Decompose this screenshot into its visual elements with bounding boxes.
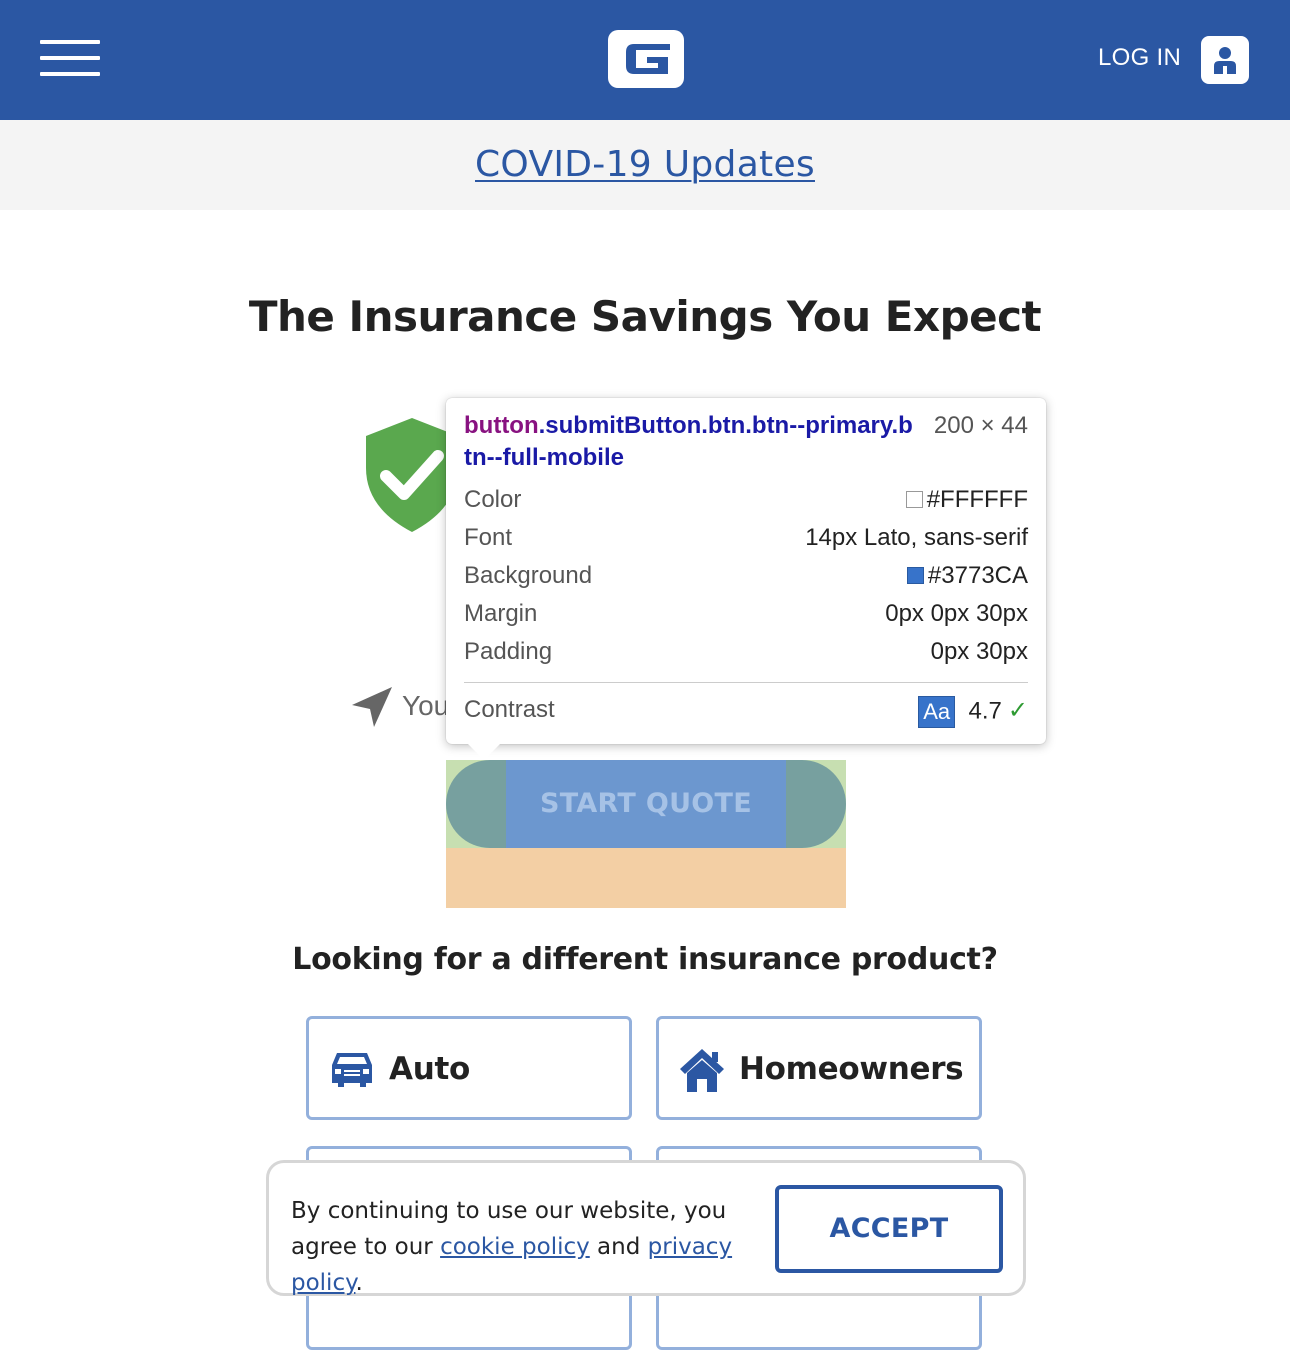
user-icon[interactable]: [1201, 36, 1249, 84]
inspector-selector: button.submitButton.btn.btn--primary.btn…: [464, 410, 914, 474]
inspector-size: 200 × 44: [933, 412, 1028, 439]
background-swatch: [906, 567, 924, 584]
row-key: Font: [464, 524, 513, 551]
row-key: Margin: [464, 600, 538, 627]
location-arrow-icon: [352, 687, 392, 727]
inspector-row-padding: Padding 0px 30px: [464, 638, 1028, 672]
inspector-row-background: Background #3773CA: [464, 562, 1028, 596]
menu-icon[interactable]: [40, 40, 100, 76]
product-homeowners-button[interactable]: Homeowners: [656, 1016, 982, 1120]
products-heading: Looking for a different insurance produc…: [292, 942, 998, 977]
inspector-row-color: Color #FFFFFF: [464, 486, 1028, 520]
selector-tag: button: [464, 412, 539, 439]
covid-banner: COVID-19 Updates: [0, 120, 1290, 210]
product-label: Homeowners: [739, 1051, 964, 1087]
checkmark-icon: ✓: [1007, 697, 1028, 725]
geico-logo[interactable]: [608, 30, 684, 88]
row-value: 0px 30px: [930, 638, 1028, 665]
cookie-message: By continuing to use our website, you ag…: [291, 1193, 761, 1301]
row-value: #FFFFFF: [926, 486, 1028, 513]
inspector-divider: [464, 682, 1028, 683]
product-label: Auto: [389, 1051, 470, 1087]
row-key: Padding: [464, 638, 553, 665]
cookie-text-part: and: [589, 1234, 648, 1260]
accept-button[interactable]: ACCEPT: [775, 1185, 1003, 1273]
cookie-banner: By continuing to use our website, you ag…: [266, 1160, 1026, 1296]
location-text: You: [402, 690, 450, 721]
row-value: 14px Lato, sans-serif: [805, 524, 1028, 551]
color-swatch: [905, 491, 923, 508]
inspector-row-margin: Margin 0px 0px 30px: [464, 600, 1028, 634]
inspector-row-contrast: Contrast Aa 4.7 ✓: [464, 696, 1028, 730]
site-header: LOG IN: [0, 0, 1290, 120]
cookie-policy-link[interactable]: cookie policy: [440, 1234, 590, 1260]
tooltip-arrow: [468, 744, 500, 760]
house-icon: [680, 1049, 724, 1092]
inspector-row-font: Font 14px Lato, sans-serif: [464, 524, 1028, 558]
row-value: #3773CA: [927, 562, 1028, 589]
inspector-tooltip: button.submitButton.btn.btn--primary.btn…: [446, 398, 1046, 744]
highlight-margin: [446, 848, 846, 908]
product-auto-button[interactable]: Auto: [306, 1016, 632, 1120]
row-key: Color: [464, 486, 522, 513]
covid-updates-link[interactable]: COVID-19 Updates: [475, 144, 815, 185]
contrast-badge: Aa: [918, 696, 956, 728]
row-key: Background: [464, 562, 593, 589]
login-link[interactable]: LOG IN: [1098, 44, 1181, 72]
page-title: The Insurance Savings You Expect: [248, 292, 1042, 341]
cookie-text-part: .: [355, 1270, 363, 1296]
row-value: 0px 0px 30px: [885, 600, 1028, 627]
start-quote-button[interactable]: START QUOTE: [446, 760, 846, 848]
car-icon: [332, 1053, 372, 1087]
row-key: Contrast: [464, 696, 555, 723]
contrast-value: 4.7: [968, 697, 1002, 725]
start-quote-label: START QUOTE: [506, 760, 786, 848]
